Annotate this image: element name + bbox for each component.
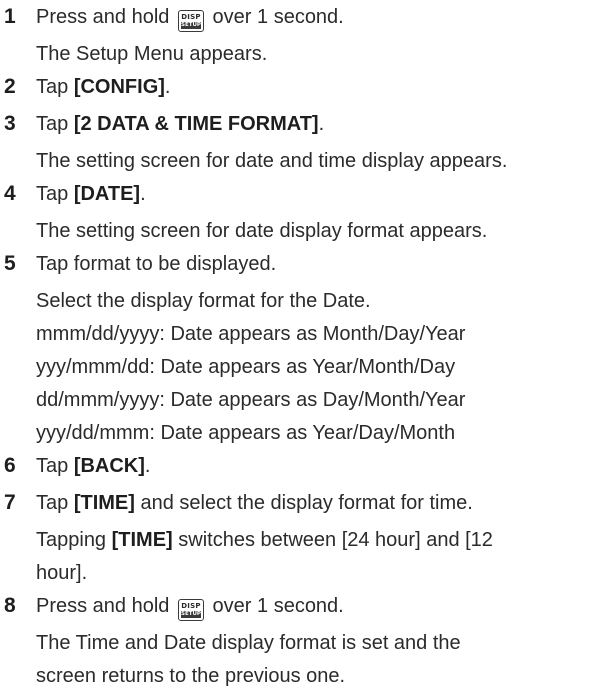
instruction-steps: 1 Press and hold DISP SETUP over 1 second… [0,2,608,689]
step-detail-prefix: Tapping [36,529,107,551]
step-text: Tap format to be displayed. [36,253,277,275]
format-option: mmm/dd/yyyy: Date appears as Month/Day/Y… [36,323,466,345]
step-text: Tap [2 DATA & TIME FORMAT]. [36,109,608,146]
step-number: 3 [4,112,16,135]
disp-setup-button-icon: DISP SETUP [177,599,204,621]
config-button-label: [CONFIG] [73,76,165,98]
step-text: Press and hold DISP SETUP over 1 second. [36,591,608,628]
step-text: Tap [CONFIG]. [36,72,608,109]
step-number: 4 [4,182,16,205]
step-8: 8 Press and hold DISP SETUP over 1 second… [0,591,608,689]
step-text-suffix: and select the display format for time. [140,492,473,514]
step-detail: Select the display format for the Date. [36,290,371,312]
step-detail-suffix: switches between [24 hour] and [12 [178,529,493,551]
format-option: yyy/dd/mmm: Date appears as Year/Day/Mon… [36,422,456,444]
step-text: Tap [DATE]. [36,179,608,216]
step-text-prefix: Tap [36,183,69,205]
step-text-after: over 1 second. [212,6,344,28]
setup-label: SETUP [180,611,201,618]
step-5: 5 Tap format to be displayed. Select the… [0,249,608,451]
setup-label: SETUP [180,22,201,29]
disp-setup-button-icon: DISP SETUP [177,10,204,32]
step-detail: Tapping [TIME] switches between [24 hour… [36,525,608,558]
step-7: 7 Tap [TIME] and select the display form… [0,488,608,591]
disp-label: DISP [181,602,201,610]
step-result: The setting screen for date display form… [36,220,488,242]
step-6: 6 Tap [BACK]. [0,451,608,488]
step-text: Tap [TIME] and select the display format… [36,488,608,525]
back-button-label: [BACK] [73,455,145,477]
step-number: 1 [4,5,16,28]
time-button-label: [TIME] [73,492,135,514]
step-text-suffix: . [144,455,151,477]
date-time-format-button-label: [2 DATA & TIME FORMAT] [73,113,319,135]
step-result: The setting screen for date and time dis… [36,150,508,172]
format-option: dd/mmm/yyyy: Date appears as Day/Month/Y… [36,389,466,411]
step-1: 1 Press and hold DISP SETUP over 1 second… [0,2,608,72]
step-text-prefix: Tap [36,492,69,514]
step-text-before: Press and hold [36,6,170,28]
step-text-after: over 1 second. [212,595,344,617]
step-text-prefix: Tap [36,113,69,135]
step-3: 3 Tap [2 DATA & TIME FORMAT]. The settin… [0,109,608,179]
step-text: Tap [BACK]. [36,451,608,488]
step-2: 2 Tap [CONFIG]. [0,72,608,109]
step-text-prefix: Tap [36,76,69,98]
step-number: 8 [4,594,16,617]
step-text-suffix: . [140,183,146,205]
step-number: 5 [4,252,16,275]
step-detail-continued: hour]. [36,562,88,584]
disp-label: DISP [181,13,201,21]
step-result: The Setup Menu appears. [36,43,268,65]
step-number: 2 [4,75,16,98]
step-text-before: Press and hold [36,595,170,617]
step-result: The Time and Date display format is set … [36,632,461,654]
step-4: 4 Tap [DATE]. The setting screen for dat… [0,179,608,249]
date-button-label: [DATE] [73,183,141,205]
step-result-continued: screen returns to the previous one. [36,665,346,687]
step-text-suffix: . [318,113,325,135]
step-text-suffix: . [164,76,171,98]
step-text: Press and hold DISP SETUP over 1 second. [36,2,608,39]
step-number: 6 [4,454,16,477]
time-button-label: [TIME] [111,529,173,551]
step-text-prefix: Tap [36,455,69,477]
step-number: 7 [4,491,16,514]
format-option: yyy/mmm/dd: Date appears as Year/Month/D… [36,356,456,378]
